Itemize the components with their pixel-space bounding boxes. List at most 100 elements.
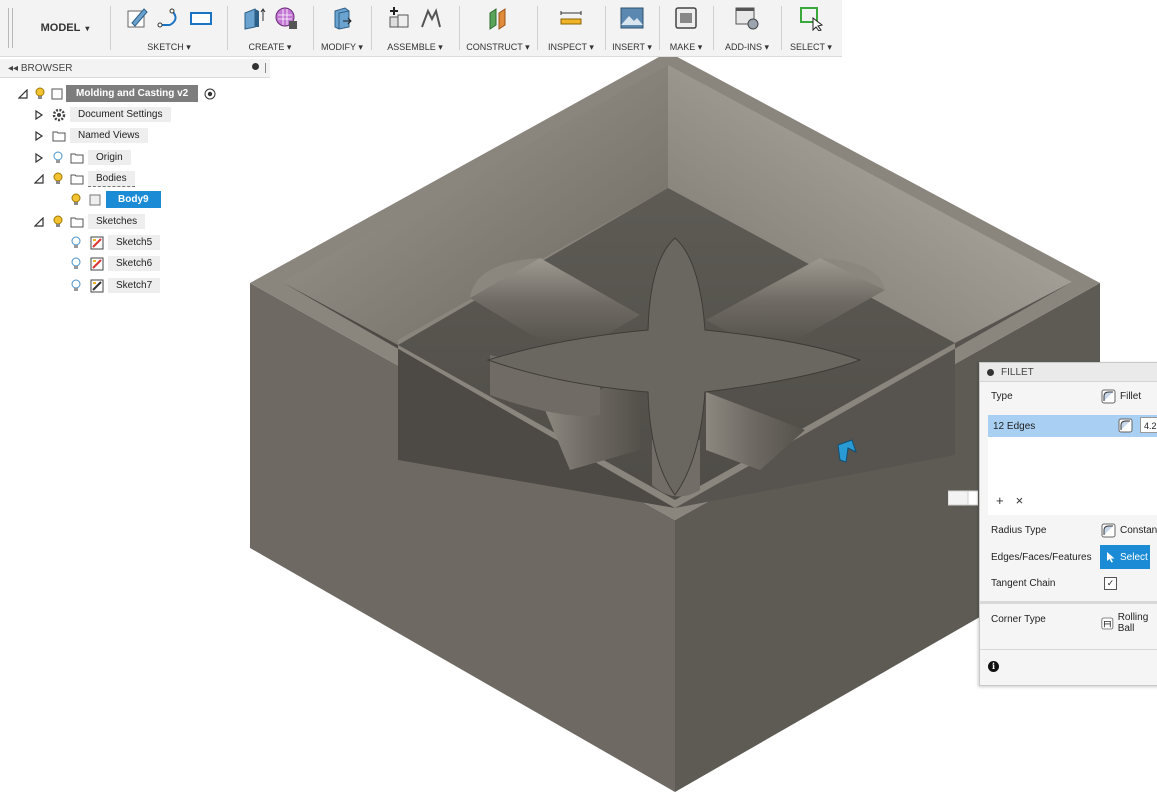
- measure-icon[interactable]: [558, 5, 584, 31]
- edges-count-label: 12 Edges: [993, 421, 1036, 432]
- tree-item-label: Bodies: [88, 170, 135, 187]
- toolbar-group-add-ins[interactable]: ADD-INS ▾: [714, 0, 780, 56]
- workspace-label: MODEL: [40, 22, 81, 34]
- toolbar-group-label: MODIFY ▾: [321, 42, 363, 52]
- workspace-switcher[interactable]: MODEL ▾: [30, 14, 100, 42]
- remove-selection-icon[interactable]: ×: [1016, 493, 1024, 508]
- radius-input[interactable]: 4.2: [1140, 417, 1157, 433]
- visibility-bulb-off-icon[interactable]: [52, 151, 64, 165]
- tree-item-sketch7[interactable]: Sketch7: [70, 276, 161, 295]
- corner-type-dropdown[interactable]: Rolling Ball: [1101, 612, 1157, 634]
- tree-item-origin[interactable]: Origin: [34, 148, 131, 167]
- toolbar-group-select[interactable]: SELECT ▾: [782, 0, 840, 56]
- tree-item-body9[interactable]: Body9: [70, 190, 161, 209]
- visibility-bulb-off-icon[interactable]: [70, 257, 82, 271]
- rolling-ball-icon: [1101, 617, 1114, 629]
- toolbar-group-label: MAKE ▾: [669, 42, 703, 52]
- toolbar-group-label: SELECT ▾: [790, 42, 832, 52]
- edges-selection-row[interactable]: 12 Edges 4.2: [988, 415, 1157, 437]
- rectangle-icon[interactable]: [188, 5, 214, 31]
- extrude-icon[interactable]: [241, 5, 267, 31]
- select-icon[interactable]: [798, 5, 824, 31]
- collapsed-triangle-icon[interactable]: [34, 130, 44, 141]
- browser-header[interactable]: ◂◂ BROWSER: [0, 59, 270, 78]
- tree-item-named-views[interactable]: Named Views: [34, 126, 148, 145]
- fillet-dialog-header[interactable]: FILLET: [980, 363, 1157, 382]
- edges-faces-features-label: Edges/Faces/Features: [991, 552, 1092, 563]
- collapsed-triangle-icon[interactable]: [34, 152, 44, 163]
- tree-item-sketch5[interactable]: Sketch5: [70, 233, 161, 252]
- visibility-bulb-icon[interactable]: [34, 87, 46, 101]
- body-icon: [89, 194, 101, 205]
- visibility-bulb-icon[interactable]: [52, 215, 64, 229]
- folder-icon: [52, 131, 66, 141]
- tangent-chain-checkbox[interactable]: ✓: [1104, 577, 1117, 590]
- tree-item-label: Document Settings: [70, 107, 171, 122]
- tree-item-label: Sketches: [88, 214, 146, 229]
- create-sketch-icon[interactable]: [124, 5, 150, 31]
- add-selection-icon[interactable]: +: [996, 493, 1004, 508]
- toolbar-grip[interactable]: [8, 8, 9, 48]
- visibility-bulb-off-icon[interactable]: [70, 279, 82, 293]
- tree-item-sketches[interactable]: Sketches: [34, 212, 146, 231]
- collapsed-triangle-icon[interactable]: [34, 109, 44, 120]
- toolbar-group-assemble[interactable]: ASSEMBLE ▾: [372, 0, 458, 56]
- toolbar-group-modify[interactable]: MODIFY ▾: [314, 0, 370, 56]
- tree-item-label: Origin: [88, 150, 131, 165]
- line-arc-icon[interactable]: [156, 5, 182, 31]
- tree-item-sketch6[interactable]: Sketch6: [70, 254, 161, 273]
- visibility-bulb-icon[interactable]: [52, 172, 64, 186]
- radius-type-dropdown[interactable]: Constant: [1101, 523, 1157, 538]
- toolbar-group-label: INSPECT ▾: [548, 42, 594, 52]
- tree-item-root[interactable]: Molding and Casting v2: [18, 84, 216, 103]
- expanded-triangle-icon[interactable]: [34, 173, 44, 184]
- fillet-drag-handle[interactable]: [948, 489, 978, 507]
- toolbar-group-label: SKETCH ▾: [147, 42, 191, 52]
- gear-icon: [52, 108, 66, 121]
- toolbar-grip[interactable]: [12, 8, 13, 48]
- visibility-bulb-icon[interactable]: [70, 193, 82, 207]
- corner-type-row: Corner Type Rolling Ball: [980, 608, 1157, 634]
- toolbar-group-label: ASSEMBLE ▾: [387, 42, 443, 52]
- info-icon[interactable]: i: [988, 661, 999, 672]
- new-component-icon[interactable]: [386, 5, 412, 31]
- insert-image-icon[interactable]: [619, 5, 645, 31]
- type-label: Type: [991, 391, 1013, 402]
- select-button[interactable]: Select: [1100, 545, 1150, 569]
- radius-type-label: Radius Type: [991, 525, 1047, 536]
- constant-radius-icon: [1101, 523, 1116, 538]
- offset-plane-icon[interactable]: [485, 5, 511, 31]
- joint-icon[interactable]: [418, 5, 444, 31]
- scripts-addins-icon[interactable]: [734, 5, 760, 31]
- toolbar-group-insert[interactable]: INSERT ▾: [606, 0, 658, 56]
- tree-item-bodies[interactable]: Bodies: [34, 169, 135, 188]
- toolbar-group-label: CREATE ▾: [248, 42, 292, 52]
- expanded-triangle-icon[interactable]: [34, 216, 44, 227]
- browser-resize-handle[interactable]: [265, 63, 266, 73]
- tree-item-label: Sketch7: [108, 278, 161, 293]
- pointer-icon: [1107, 552, 1115, 563]
- toolbar-group-label: ADD-INS ▾: [724, 42, 770, 52]
- tree-item-document-settings[interactable]: Document Settings: [34, 105, 171, 124]
- browser-pin-icon[interactable]: [252, 63, 259, 70]
- visibility-bulb-off-icon[interactable]: [70, 236, 82, 250]
- corner-type-value: Rolling Ball: [1117, 612, 1149, 634]
- activate-radio-icon[interactable]: [204, 88, 216, 100]
- toolbar-group-create[interactable]: CREATE ▾: [228, 0, 312, 56]
- folder-icon: [70, 174, 84, 184]
- toolbar-group-sketch[interactable]: SKETCH ▾: [112, 0, 226, 56]
- toolbar-group-construct[interactable]: CONSTRUCT ▾: [460, 0, 536, 56]
- toolbar-group-inspect[interactable]: INSPECT ▾: [538, 0, 604, 56]
- tangent-chain-label: Tangent Chain: [991, 578, 1056, 589]
- workspace-dropdown-icon: ▾: [85, 23, 90, 33]
- expanded-triangle-icon[interactable]: [18, 88, 28, 99]
- dialog-collapse-icon[interactable]: [987, 369, 994, 376]
- 3d-print-icon[interactable]: [673, 5, 699, 31]
- toolbar-group-make[interactable]: MAKE ▾: [660, 0, 712, 56]
- form-icon[interactable]: [273, 5, 299, 31]
- type-dropdown[interactable]: Fillet: [1101, 389, 1141, 404]
- radius-type-row: Radius Type Constant: [980, 519, 1157, 543]
- toolbar-separator: [110, 6, 111, 50]
- press-pull-icon[interactable]: [329, 5, 355, 31]
- root-component-label: Molding and Casting v2: [66, 85, 199, 102]
